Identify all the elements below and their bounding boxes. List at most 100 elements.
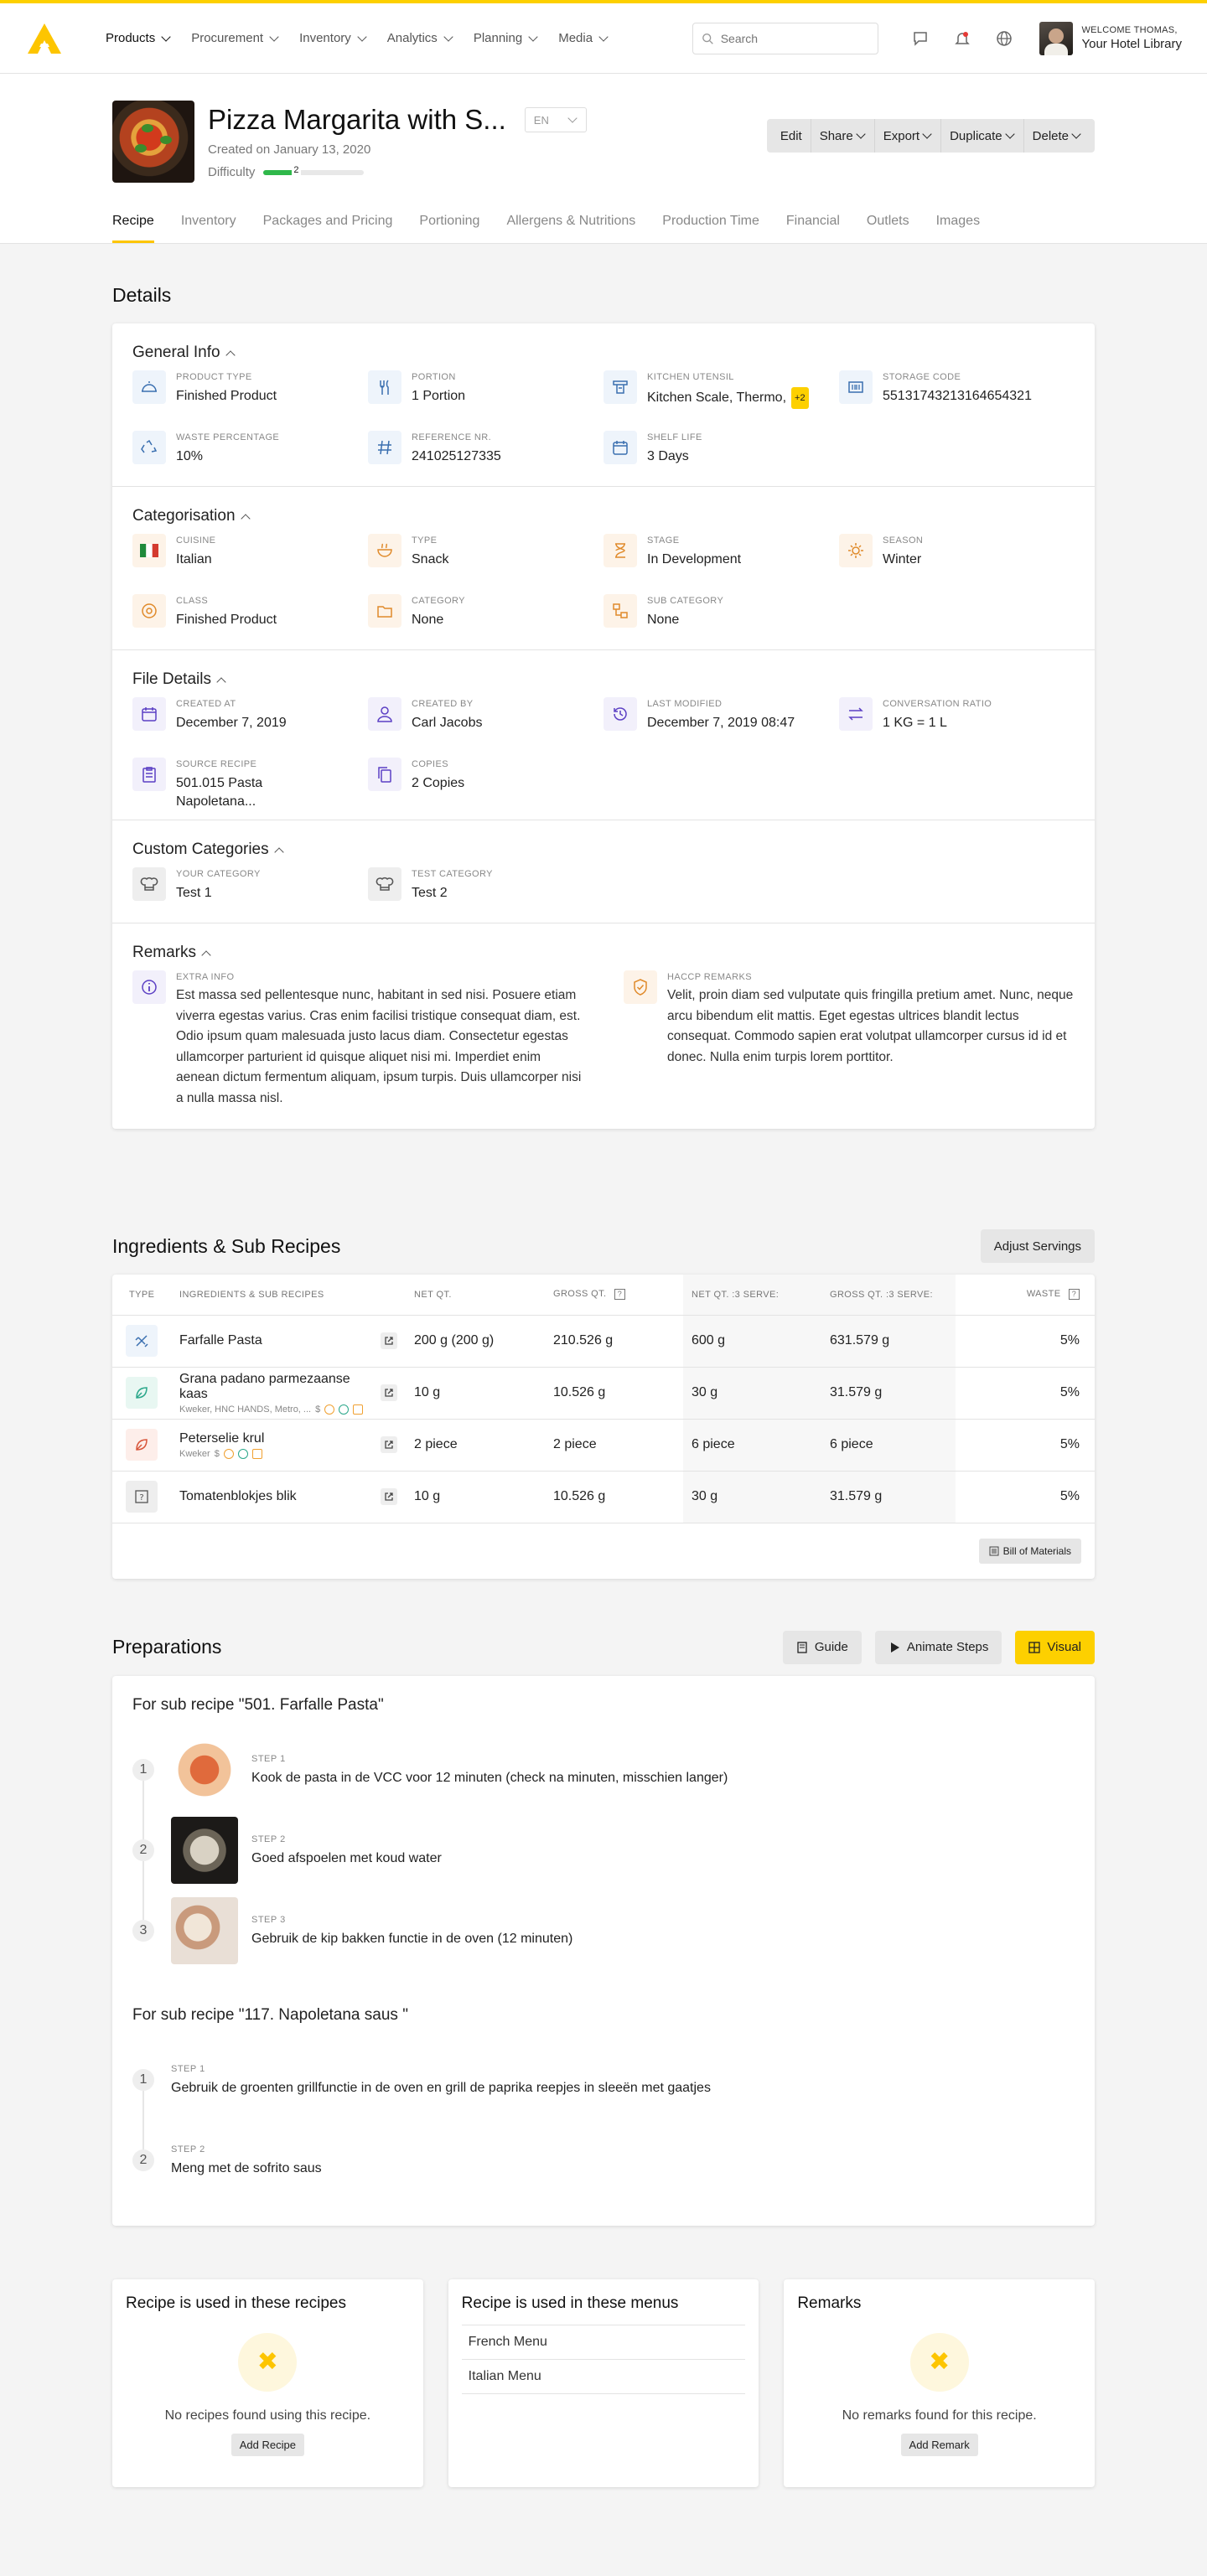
tab-production-time[interactable]: Production Time <box>662 214 759 243</box>
field-value: Finished Product <box>176 389 277 403</box>
file-details-toggle[interactable]: File Details <box>132 670 1075 689</box>
gross-qt-3: 631.579 g <box>821 1315 956 1368</box>
net-qt-3: 600 g <box>683 1315 821 1368</box>
recipe-thumbnail <box>112 101 194 183</box>
chef-hat-icon <box>368 867 401 901</box>
nav-procurement[interactable]: Procurement <box>191 31 279 45</box>
search-box[interactable] <box>692 22 879 54</box>
menu-list: French Menu Italian Menu <box>461 2324 746 2394</box>
visual-button[interactable]: Visual <box>1015 1630 1095 1664</box>
list-item[interactable]: French Menu <box>461 2324 746 2359</box>
add-recipe-button[interactable]: Add Recipe <box>231 2433 304 2456</box>
shield-check-icon <box>624 970 657 1004</box>
field-value: 10% <box>176 449 204 463</box>
nav-products[interactable]: Products <box>106 31 171 45</box>
external-link-icon[interactable] <box>381 1436 397 1453</box>
field-value[interactable]: 501.015 Pasta Napoletana... <box>176 774 285 811</box>
waste: 5% <box>956 1315 1095 1368</box>
tab-images[interactable]: Images <box>936 214 980 243</box>
flag-italy-icon <box>132 534 166 567</box>
chevron-down-icon <box>1004 129 1015 139</box>
custom-categories-toggle[interactable]: Custom Categories <box>132 841 1075 859</box>
used-in-menus-card: Recipe is used in these menus French Men… <box>448 2279 759 2487</box>
ingredient-name[interactable]: Grana padano parmezaanse kaas <box>179 1372 364 1402</box>
sun-icon <box>839 534 873 567</box>
empty-text: No recipes found using this recipe. <box>164 2408 371 2423</box>
ingredient-cell[interactable]: Peterselie krul Kweker $ <box>171 1419 372 1472</box>
nav-media[interactable]: Media <box>558 31 609 45</box>
help-icon[interactable]: ? <box>1069 1289 1080 1301</box>
table-row[interactable]: ? Tomatenblokjes blik 10 g 10.526 g 30 g… <box>112 1471 1095 1523</box>
field-label: STORAGE CODE <box>883 372 961 382</box>
add-remark-button[interactable]: Add Remark <box>900 2433 978 2456</box>
guide-button[interactable]: Guide <box>782 1630 862 1664</box>
external-link-icon[interactable] <box>381 1332 397 1349</box>
field-label: CREATED AT <box>176 699 236 709</box>
list-item[interactable]: Italian Menu <box>461 2358 746 2394</box>
external-link-icon[interactable] <box>381 1384 397 1401</box>
edit-button[interactable]: Edit <box>772 119 811 153</box>
language-select[interactable]: EN <box>524 107 587 132</box>
step-image[interactable] <box>171 1896 238 1964</box>
tab-financial[interactable]: Financial <box>786 214 840 243</box>
app-logo[interactable] <box>25 19 64 58</box>
help-icon[interactable]: ? <box>614 1289 625 1301</box>
animate-steps-button[interactable]: Animate Steps <box>874 1630 1002 1664</box>
step-image[interactable] <box>171 1816 238 1884</box>
step-rail <box>142 2079 144 2160</box>
external-link-icon[interactable] <box>381 1488 397 1505</box>
chat-icon[interactable] <box>912 30 929 47</box>
step-number: 1 <box>132 2068 154 2091</box>
share-button[interactable]: Share <box>811 119 875 153</box>
col-ingredients: INGREDIENTS & SUB RECIPES <box>171 1275 372 1316</box>
custom-categories-group: Custom Categories YOUR CATEGORY Test 1 TE… <box>112 820 1095 923</box>
tab-outlets[interactable]: Outlets <box>867 214 909 243</box>
clipboard-icon <box>132 758 166 791</box>
net-qt-3: 30 g <box>683 1367 821 1420</box>
ingredient-cell[interactable]: Grana padano parmezaanse kaas Kweker, HNC… <box>171 1367 372 1420</box>
tab-packages-pricing[interactable]: Packages and Pricing <box>263 214 393 243</box>
tab-allergens[interactable]: Allergens & Nutritions <box>506 214 635 243</box>
prep-step: 1 STEP 1 Kook de pasta in de VCC voor 12 … <box>132 1730 1075 1810</box>
adjust-servings-button[interactable]: Adjust Servings <box>980 1229 1095 1263</box>
prep-step: 2 STEP 2 Meng met de sofrito saus <box>132 2120 1075 2201</box>
duplicate-button[interactable]: Duplicate <box>941 119 1024 153</box>
remark-text: Est massa sed pellentesque nunc, habitan… <box>176 988 582 1105</box>
general-info-toggle[interactable]: General Info <box>132 344 1075 362</box>
table-row[interactable]: Grana padano parmezaanse kaas Kweker, HNC… <box>112 1367 1095 1420</box>
categorisation-toggle[interactable]: Categorisation <box>132 507 1075 525</box>
notification-bell-icon[interactable] <box>954 30 971 47</box>
ingredient-name[interactable]: Tomatenblokjes blik <box>171 1471 372 1523</box>
export-button[interactable]: Export <box>875 119 942 153</box>
nav-analytics[interactable]: Analytics <box>387 31 453 45</box>
remarks-group: Remarks EXTRA INFO Est massa sed pellente… <box>112 923 1095 1129</box>
main-nav: Products Procurement Inventory Analytics… <box>106 31 609 45</box>
nav-inventory[interactable]: Inventory <box>299 31 367 45</box>
ingredient-name[interactable]: Farfalle Pasta <box>171 1315 372 1368</box>
table-row[interactable]: Farfalle Pasta 200 g (200 g) 210.526 g 6… <box>112 1315 1095 1368</box>
gross-qt: 2 piece <box>545 1419 683 1472</box>
bill-of-materials-button[interactable]: Bill of Materials <box>978 1538 1081 1564</box>
ingredient-name[interactable]: Peterselie krul <box>179 1431 364 1446</box>
visual-label: Visual <box>1047 1640 1081 1654</box>
price-icon: $ <box>315 1404 321 1415</box>
field-label: YOUR CATEGORY <box>176 869 261 879</box>
prep-group-title: For sub recipe "501. Farfalle Pasta" <box>132 1695 384 1714</box>
tab-inventory[interactable]: Inventory <box>181 214 236 243</box>
nav-planning[interactable]: Planning <box>474 31 538 45</box>
table-row[interactable]: Peterselie krul Kweker $ 2 piece 2 piece 6… <box>112 1419 1095 1472</box>
step-image[interactable] <box>171 1735 238 1803</box>
chevron-up-icon <box>240 514 251 524</box>
step-label: STEP 2 <box>251 1834 286 1844</box>
tab-recipe[interactable]: Recipe <box>112 214 154 243</box>
grid-icon <box>1028 1641 1041 1653</box>
more-utensils-badge[interactable]: +2 <box>791 387 809 409</box>
remarks-toggle[interactable]: Remarks <box>132 944 1075 962</box>
delete-button[interactable]: Delete <box>1024 119 1090 153</box>
search-input[interactable] <box>720 31 870 45</box>
globe-icon[interactable] <box>996 30 1013 47</box>
field-created-by: CREATED BY Carl Jacobs <box>368 697 604 744</box>
user-menu[interactable]: WELCOME THOMAS, Your Hotel Library <box>1039 21 1182 55</box>
tab-portioning[interactable]: Portioning <box>419 214 479 243</box>
field-test-category: TEST CATEGORY Test 2 <box>368 867 604 914</box>
